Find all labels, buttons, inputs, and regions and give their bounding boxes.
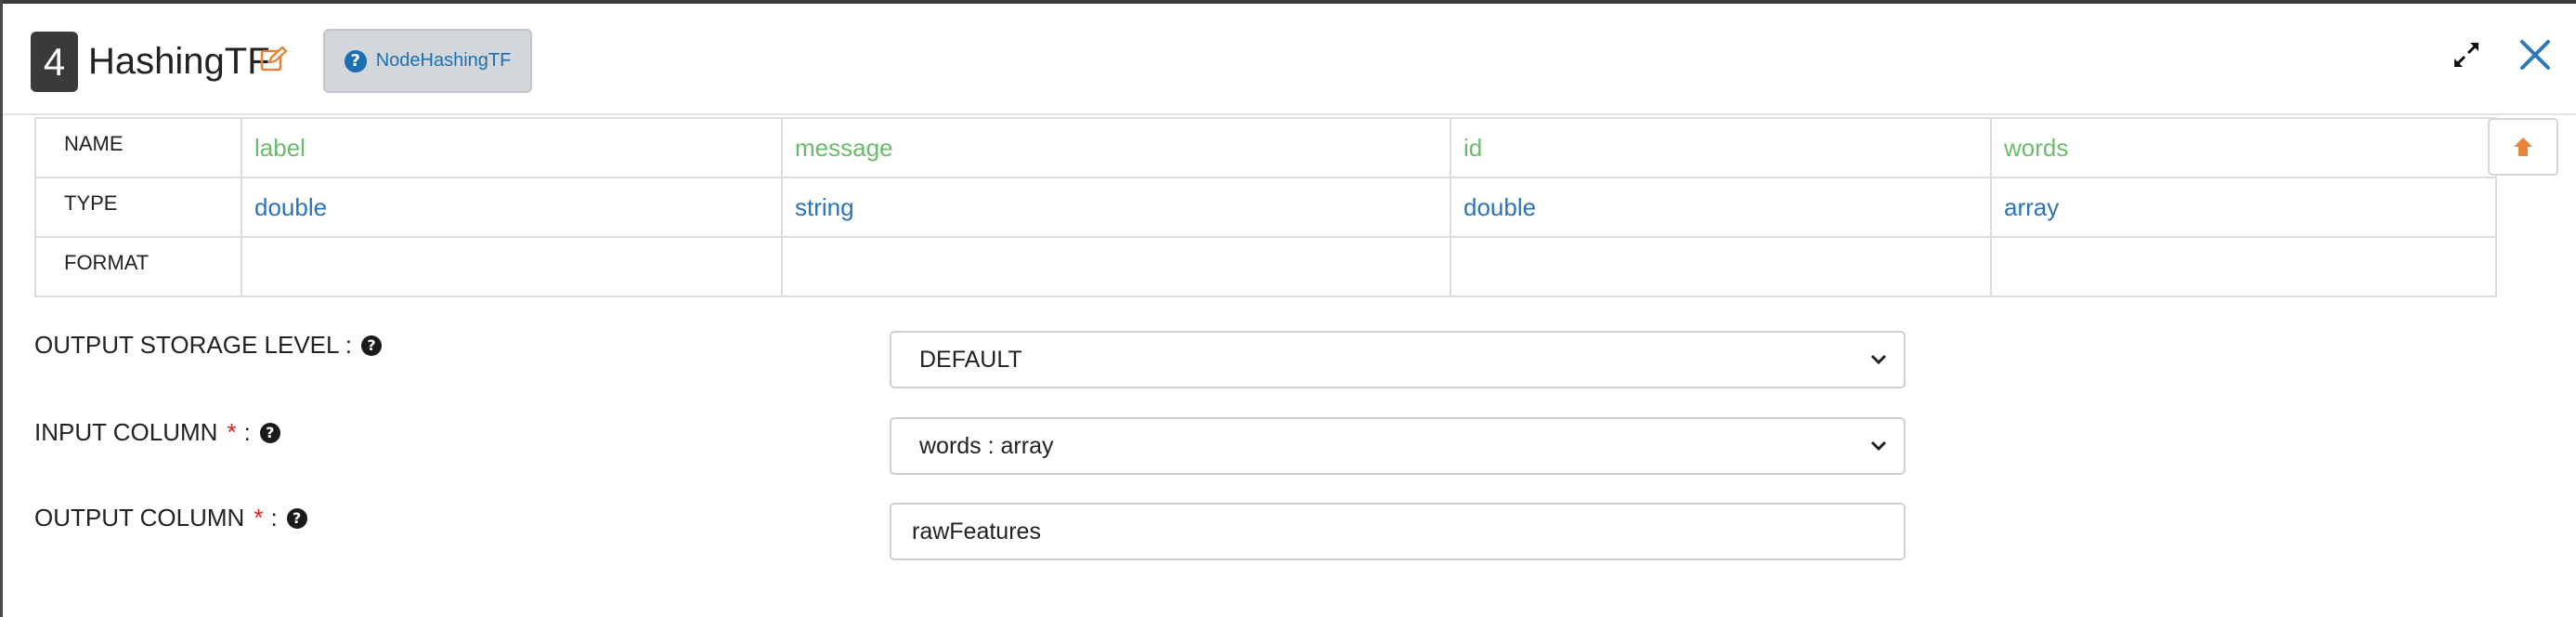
input-column-label-text: INPUT COLUMN <box>34 418 218 446</box>
column-name: message <box>795 133 893 162</box>
column-format-cell <box>781 236 1451 297</box>
column-type: double <box>1464 192 1537 221</box>
output-storage-level-value: DEFAULT <box>919 346 1022 373</box>
question-circle-icon: ? <box>344 49 367 72</box>
column-type: string <box>795 192 854 221</box>
step-number-badge: 4 <box>31 32 78 92</box>
scroll-up-button[interactable] <box>2488 118 2558 176</box>
question-circle-icon[interactable]: ? <box>259 422 280 443</box>
required-mark: * <box>227 418 237 446</box>
expand-icon[interactable] <box>2452 41 2480 69</box>
column-name: id <box>1464 133 1483 162</box>
column-name: words <box>2004 133 2069 162</box>
column-type: double <box>254 192 328 221</box>
schema-row-name: NAME label message id words <box>34 117 2497 178</box>
column-format-cell <box>1990 236 2497 297</box>
column-name-cell: id <box>1450 117 1992 178</box>
required-mark: * <box>254 504 264 532</box>
column-type: array <box>2004 192 2060 221</box>
row-header-format: FORMAT <box>34 236 242 297</box>
schema-row-format: FORMAT <box>34 236 2497 297</box>
column-type-cell: double <box>1450 177 1992 238</box>
question-circle-icon[interactable]: ? <box>360 335 382 356</box>
output-storage-level-select[interactable]: DEFAULT <box>890 331 1906 388</box>
schema-table: NAME label message id words TYPE double … <box>34 117 2497 297</box>
schema-row-type: TYPE double string double array <box>34 177 2497 238</box>
modal-header: 4 HashingTF ? NodeHashingTF <box>3 4 2576 115</box>
column-type-cell: array <box>1990 177 2497 238</box>
chevron-down-icon <box>1870 354 1887 365</box>
modal-window: 4 HashingTF ? NodeHashingTF NAME label m… <box>0 0 2576 617</box>
close-icon[interactable] <box>2517 37 2553 72</box>
input-column-label: INPUT COLUMN * : ? <box>34 418 280 447</box>
question-circle-icon[interactable]: ? <box>286 507 307 529</box>
column-type-cell: string <box>781 177 1451 238</box>
column-format-cell <box>1450 236 1992 297</box>
output-storage-level-label: OUTPUT STORAGE LEVEL : ? <box>34 331 382 360</box>
node-help-button[interactable]: ? NodeHashingTF <box>323 29 532 93</box>
label-colon: : <box>270 504 278 532</box>
column-name-cell: message <box>781 117 1451 178</box>
output-column-label-text: OUTPUT COLUMN <box>34 504 245 532</box>
node-title: HashingTF <box>88 41 270 82</box>
input-column-value: words : array <box>919 432 1054 459</box>
row-header-type: TYPE <box>34 177 242 238</box>
chevron-down-icon <box>1870 440 1887 452</box>
column-name-cell: label <box>241 117 783 178</box>
column-format-cell <box>241 236 783 297</box>
label-colon: : <box>243 418 251 446</box>
column-name: label <box>254 133 306 162</box>
arrow-up-icon <box>2514 138 2532 156</box>
edit-icon[interactable] <box>260 46 288 73</box>
node-help-button-label: NodeHashingTF <box>375 50 512 71</box>
row-header-name: NAME <box>34 117 242 178</box>
output-storage-level-label-text: OUTPUT STORAGE LEVEL : <box>34 331 352 359</box>
column-name-cell: words <box>1990 117 2497 178</box>
output-column-input[interactable] <box>890 503 1906 560</box>
output-column-label: OUTPUT COLUMN * : ? <box>34 504 307 532</box>
column-type-cell: double <box>241 177 783 238</box>
input-column-select[interactable]: words : array <box>890 417 1906 475</box>
